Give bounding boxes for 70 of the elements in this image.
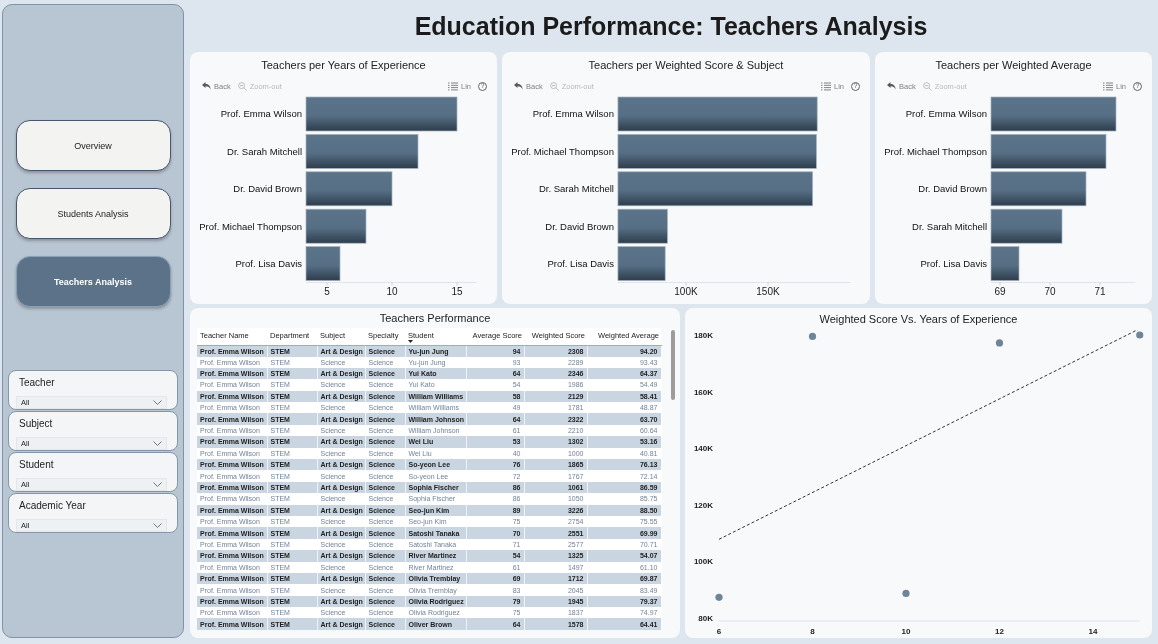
data-point xyxy=(808,332,817,340)
tick-label: 100K xyxy=(674,286,698,297)
category-label: Dr. David Brown xyxy=(545,220,614,232)
chevron-down-icon xyxy=(153,400,162,405)
category-label: Dr. Sarah Mitchell xyxy=(912,220,987,232)
category-label: Prof. Michael Thompson xyxy=(511,145,614,157)
tick-label: 70 xyxy=(1044,286,1056,297)
filter-label: Academic Year xyxy=(19,499,86,513)
zoom-out-icon xyxy=(237,81,247,91)
filter-label: Teacher xyxy=(19,376,55,390)
category-label: Prof. Michael Thompson xyxy=(199,220,302,232)
bar xyxy=(617,246,666,281)
tick-label: 6 xyxy=(716,627,722,636)
chart-title: Teachers per Weighted Average xyxy=(935,59,1092,71)
dashboard-title: Education Performance: Teachers Analysis xyxy=(414,11,928,41)
tick-label: 8 xyxy=(810,627,815,636)
data-point xyxy=(715,593,723,601)
list-icon xyxy=(1103,81,1113,91)
chevron-down-icon xyxy=(153,523,162,528)
chevron-down-icon xyxy=(153,482,162,487)
tick-label: 140K xyxy=(693,444,713,454)
category-label: Prof. Lisa Davis xyxy=(920,257,987,269)
chart-title: Teachers per Years of Experience xyxy=(261,59,426,71)
zoom-out-icon xyxy=(922,81,932,91)
tick-label: 15 xyxy=(451,286,463,297)
table-title: Teachers Performance xyxy=(379,312,491,324)
category-label: Prof. Emma Wilson xyxy=(905,108,987,120)
category-label: Prof. Lisa Davis xyxy=(235,257,302,269)
tick-label: 69 xyxy=(994,286,1006,297)
tick-label: 120K xyxy=(693,500,713,510)
category-label: Dr. Sarah Mitchell xyxy=(227,145,302,157)
list-icon xyxy=(821,81,831,91)
tick-label: 12 xyxy=(995,627,1004,636)
tick-label: 100K xyxy=(693,557,713,567)
tick-label: 71 xyxy=(1094,286,1106,297)
data-point xyxy=(902,589,910,597)
list-icon xyxy=(448,81,458,91)
undo-arrow-icon xyxy=(514,82,523,90)
category-label: Dr. David Brown xyxy=(918,183,987,195)
data-point xyxy=(1136,331,1144,339)
tick-label: 10 xyxy=(386,286,398,297)
zoom-out-icon xyxy=(549,81,559,91)
scrollbar-thumb[interactable] xyxy=(670,330,675,400)
category-label: Prof. Michael Thompson xyxy=(884,145,987,157)
bar xyxy=(305,208,367,244)
tick-label: 150K xyxy=(756,286,780,297)
bar xyxy=(990,246,1020,281)
category-label: Prof. Lisa Davis xyxy=(547,257,614,269)
category-label: Prof. Emma Wilson xyxy=(220,108,302,120)
data-point xyxy=(995,339,1004,347)
chevron-down-icon xyxy=(153,441,162,446)
tick-label: 180K xyxy=(693,331,713,340)
nav-button[interactable]: Teachers Analysis xyxy=(15,256,171,307)
tick-label: 160K xyxy=(693,387,713,397)
bar xyxy=(305,246,341,281)
filter-label: Student xyxy=(19,458,54,472)
tick-label: 10 xyxy=(901,627,911,636)
tick-label: 5 xyxy=(324,286,330,297)
tick-label: 14 xyxy=(1088,627,1098,636)
chart-title: Weighted Score Vs. Years of Experience xyxy=(819,313,1018,325)
category-label: Prof. Emma Wilson xyxy=(532,108,614,120)
nav-button[interactable]: Students Analysis xyxy=(15,188,171,239)
filter-label: Subject xyxy=(19,417,53,431)
category-label: Dr. David Brown xyxy=(233,183,302,195)
undo-arrow-icon xyxy=(887,82,896,90)
tick-label: 80K xyxy=(698,614,713,623)
nav-button[interactable]: Overview xyxy=(15,120,171,171)
undo-arrow-icon xyxy=(202,82,211,90)
category-label: Dr. Sarah Mitchell xyxy=(538,183,614,195)
chart-title: Teachers per Weighted Score & Subject xyxy=(588,59,784,71)
